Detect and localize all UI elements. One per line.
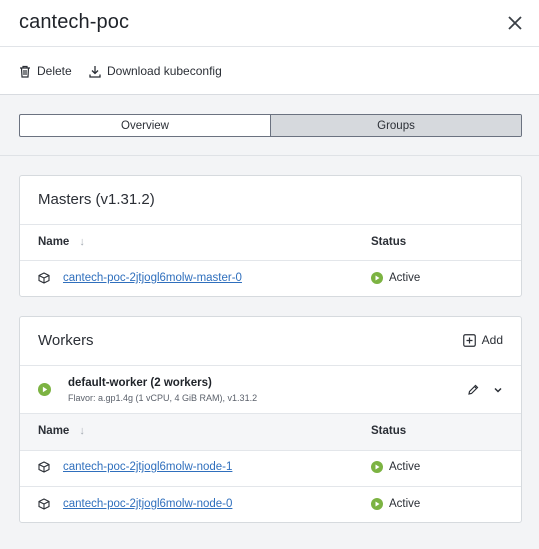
table-header: Name ↓ Status — [20, 414, 521, 450]
divider — [20, 224, 521, 225]
sort-arrow-icon[interactable]: ↓ — [79, 236, 85, 248]
table-row: cantech-poc-2jtjogl6molw-master-0 — [38, 272, 242, 284]
close-icon[interactable] — [505, 13, 525, 33]
divider — [20, 260, 521, 261]
workers-title: Workers — [38, 332, 94, 349]
chevron-down-icon[interactable] — [493, 386, 503, 394]
masters-card: Masters (v1.31.2) Name ↓ Status cantech-… — [19, 175, 522, 297]
add-label: Add — [481, 333, 503, 347]
worker-node-link[interactable]: cantech-poc-2jtjogl6molw-node-0 — [63, 498, 232, 510]
status-active-icon — [38, 383, 51, 396]
tab-overview[interactable]: Overview — [20, 115, 270, 136]
column-header-name[interactable]: Name ↓ — [38, 236, 85, 248]
column-header-status: Status — [371, 236, 406, 248]
divider — [0, 155, 539, 156]
column-header-name-label: Name — [38, 425, 70, 437]
trash-icon — [20, 65, 30, 78]
status-badge: Active — [371, 272, 420, 284]
status-badge: Active — [371, 498, 420, 510]
column-header-name[interactable]: Name ↓ — [38, 425, 85, 437]
workers-card: Workers Add default-worker (2 workers) F… — [19, 316, 522, 523]
delete-label: Delete — [37, 64, 72, 78]
status-text: Active — [389, 272, 421, 284]
status-text: Active — [389, 498, 421, 510]
cube-icon — [38, 272, 50, 284]
cube-icon — [38, 461, 50, 473]
add-box-icon — [462, 333, 476, 347]
page-title: cantech-poc — [19, 11, 130, 33]
table-row: cantech-poc-2jtjogl6molw-node-0 — [38, 498, 232, 510]
divider — [20, 486, 521, 487]
status-text: Active — [389, 461, 421, 473]
divider — [20, 450, 521, 451]
tab-groups[interactable]: Groups — [270, 115, 521, 136]
master-link[interactable]: cantech-poc-2jtjogl6molw-master-0 — [63, 272, 242, 284]
worker-group-flavor: Flavor: a.gp1.4g (1 vCPU, 4 GiB RAM), v1… — [68, 393, 258, 403]
download-icon — [89, 65, 101, 78]
cube-icon — [38, 498, 50, 510]
column-header-status: Status — [371, 425, 406, 437]
toolbar: Delete Download kubeconfig — [0, 47, 539, 95]
masters-title: Masters (v1.31.2) — [38, 191, 155, 208]
column-header-status-label: Status — [371, 425, 407, 437]
delete-button[interactable]: Delete — [19, 64, 72, 78]
column-header-status-label: Status — [371, 236, 407, 248]
status-active-icon — [371, 461, 383, 473]
divider — [20, 365, 521, 366]
download-label: Download kubeconfig — [107, 64, 222, 78]
status-active-icon — [371, 272, 383, 284]
tab-bar: Overview Groups — [19, 114, 522, 137]
worker-group-name: default-worker (2 workers) — [68, 377, 212, 389]
column-header-name-label: Name — [38, 236, 70, 248]
pencil-icon[interactable] — [467, 384, 479, 396]
status-badge: Active — [371, 461, 420, 473]
download-kubeconfig-button[interactable]: Download kubeconfig — [89, 64, 222, 78]
worker-node-link[interactable]: cantech-poc-2jtjogl6molw-node-1 — [63, 461, 232, 473]
table-row: cantech-poc-2jtjogl6molw-node-1 — [38, 461, 232, 473]
add-worker-button[interactable]: Add — [462, 333, 503, 347]
sort-arrow-icon[interactable]: ↓ — [79, 425, 85, 437]
modal-header: cantech-poc — [0, 0, 539, 47]
status-active-icon — [371, 498, 383, 510]
